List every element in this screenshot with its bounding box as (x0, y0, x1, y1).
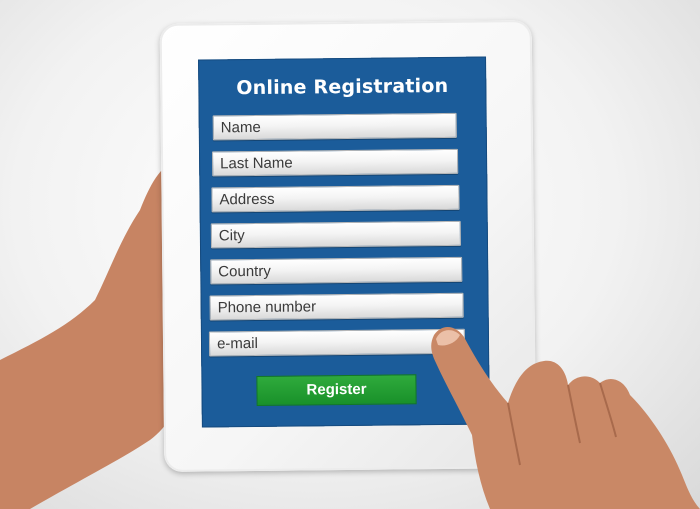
last-name-field-label: Last Name (220, 154, 293, 173)
address-field[interactable]: Address (211, 184, 460, 213)
phone-number-field-label: Phone number (217, 298, 317, 317)
last-name-field[interactable]: Last Name (212, 148, 459, 177)
right-hand-pointing (431, 326, 700, 509)
address-field-label: Address (219, 190, 275, 209)
email-field-label: e-mail (216, 334, 258, 353)
form-title: Online Registration (236, 74, 449, 100)
country-field-label: Country (218, 262, 271, 281)
name-field-label: Name (220, 118, 261, 137)
country-field[interactable]: Country (210, 256, 463, 285)
city-field-label: City (218, 227, 245, 245)
register-button[interactable]: Register (256, 374, 417, 406)
name-field[interactable]: Name (212, 112, 457, 141)
photo-scene: Online Registration Name Last Name Addre… (0, 0, 700, 509)
city-field[interactable]: City (210, 220, 462, 249)
